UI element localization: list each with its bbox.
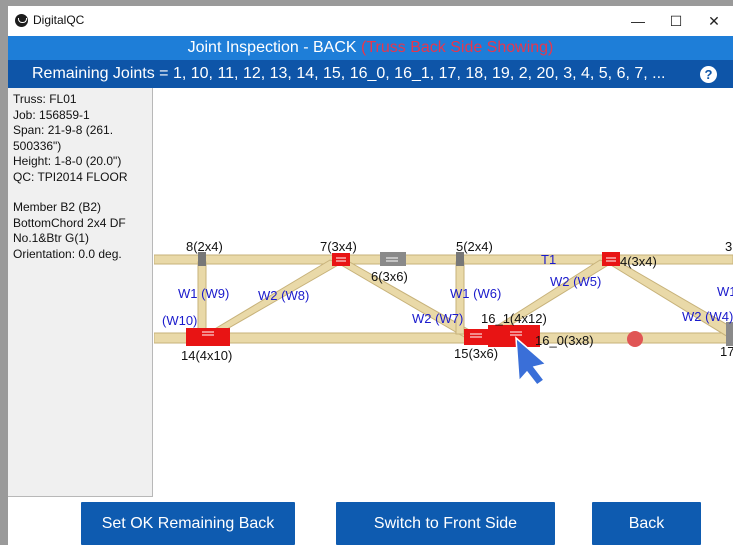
joint-plate-4[interactable] — [602, 252, 620, 266]
info-job: Job: 156859-1 — [13, 107, 90, 122]
back-button[interactable]: Back — [592, 502, 701, 545]
joint-plate-7[interactable] — [332, 253, 350, 266]
label-joint-17: 17( — [720, 344, 733, 359]
info-qc: QC: TPI2014 FLOOR — [13, 169, 128, 184]
inspection-header: Joint Inspection - BACK (Truss Back Side… — [8, 36, 733, 60]
truss-info-panel: Truss: FL01 Job: 156859-1 Span: 21-9-8 (… — [8, 88, 153, 497]
label-joint-14: 14(4x10) — [181, 348, 232, 363]
info-member: Member B2 (B2) — [13, 200, 102, 214]
label-web-w4: W2 (W4) — [682, 309, 733, 324]
title-bar: DigitalQC — ☐ ✕ — [8, 6, 733, 36]
label-web-w7: W2 (W7) — [412, 311, 463, 326]
truss-diagram[interactable]: 8(2x4) 7(3x4) 6(3x6) 5(2x4) 4(3x4) 3(3 1… — [154, 88, 733, 508]
label-joint-16-0: 16_0(3x8) — [535, 333, 594, 348]
joint-plate-16-1[interactable] — [488, 325, 540, 347]
app-logo-icon — [15, 14, 28, 27]
label-joint-8: 8(2x4) — [186, 239, 223, 254]
joint-plate-17[interactable] — [726, 322, 733, 346]
set-ok-remaining-back-button[interactable]: Set OK Remaining Back — [81, 502, 295, 545]
switch-to-front-side-button[interactable]: Switch to Front Side — [336, 502, 555, 545]
header-subtitle: (Truss Back Side Showing) — [361, 39, 554, 56]
info-grade: No.1&Btr G(1) — [13, 231, 90, 245]
minimize-button[interactable]: — — [619, 6, 657, 36]
remaining-joints-bar: Remaining Joints = 1, 10, 11, 12, 13, 14… — [8, 60, 733, 88]
label-web-w8: W2 (W8) — [258, 288, 309, 303]
joint-plate-5[interactable] — [456, 252, 464, 266]
label-web-w5: W2 (W5) — [550, 274, 601, 289]
joint-plate-8[interactable] — [198, 252, 206, 266]
app-title: DigitalQC — [33, 13, 85, 27]
label-joint-7: 7(3x4) — [320, 239, 357, 254]
joint-plate-6[interactable] — [380, 252, 406, 266]
remaining-joints-text: Remaining Joints = 1, 10, 11, 12, 13, 14… — [32, 65, 666, 82]
label-chord-t1: T1 — [541, 252, 556, 267]
label-joint-15: 15(3x6) — [454, 346, 498, 361]
web-w4[interactable] — [604, 259, 733, 341]
label-joint-5: 5(2x4) — [456, 239, 493, 254]
label-web-w9: W1 (W9) — [178, 286, 229, 301]
label-joint-16-1: 16_1(4x12) — [481, 311, 547, 326]
help-icon[interactable]: ? — [700, 66, 717, 83]
joint-plate-14[interactable] — [186, 328, 230, 346]
label-joint-4: 4(3x4) — [620, 254, 657, 269]
info-span: Span: 21-9-8 (261. — [13, 123, 114, 137]
info-bottom-chord: BottomChord 2x4 DF — [13, 215, 126, 230]
label-web-w1: W1 — [717, 284, 733, 299]
joint-marker[interactable] — [627, 331, 643, 347]
info-height: Height: 1-8-0 (20.0") — [13, 154, 122, 168]
maximize-button[interactable]: ☐ — [657, 6, 695, 36]
label-web-w6: W1 (W6) — [450, 286, 501, 301]
label-joint-6: 6(3x6) — [371, 269, 408, 284]
label-web-w10: (W10) — [162, 313, 197, 328]
close-button[interactable]: ✕ — [695, 6, 733, 36]
app-window: DigitalQC — ☐ ✕ Joint Inspection - BACK … — [8, 6, 733, 545]
info-span-cont: 500336") — [13, 138, 62, 153]
info-truss: Truss: FL01 — [13, 92, 77, 106]
label-joint-3: 3(3 — [725, 239, 733, 254]
bottom-chord[interactable] — [154, 332, 733, 344]
info-orientation: Orientation: 0.0 deg. — [13, 246, 122, 261]
header-title: Joint Inspection - BACK — [187, 39, 357, 56]
